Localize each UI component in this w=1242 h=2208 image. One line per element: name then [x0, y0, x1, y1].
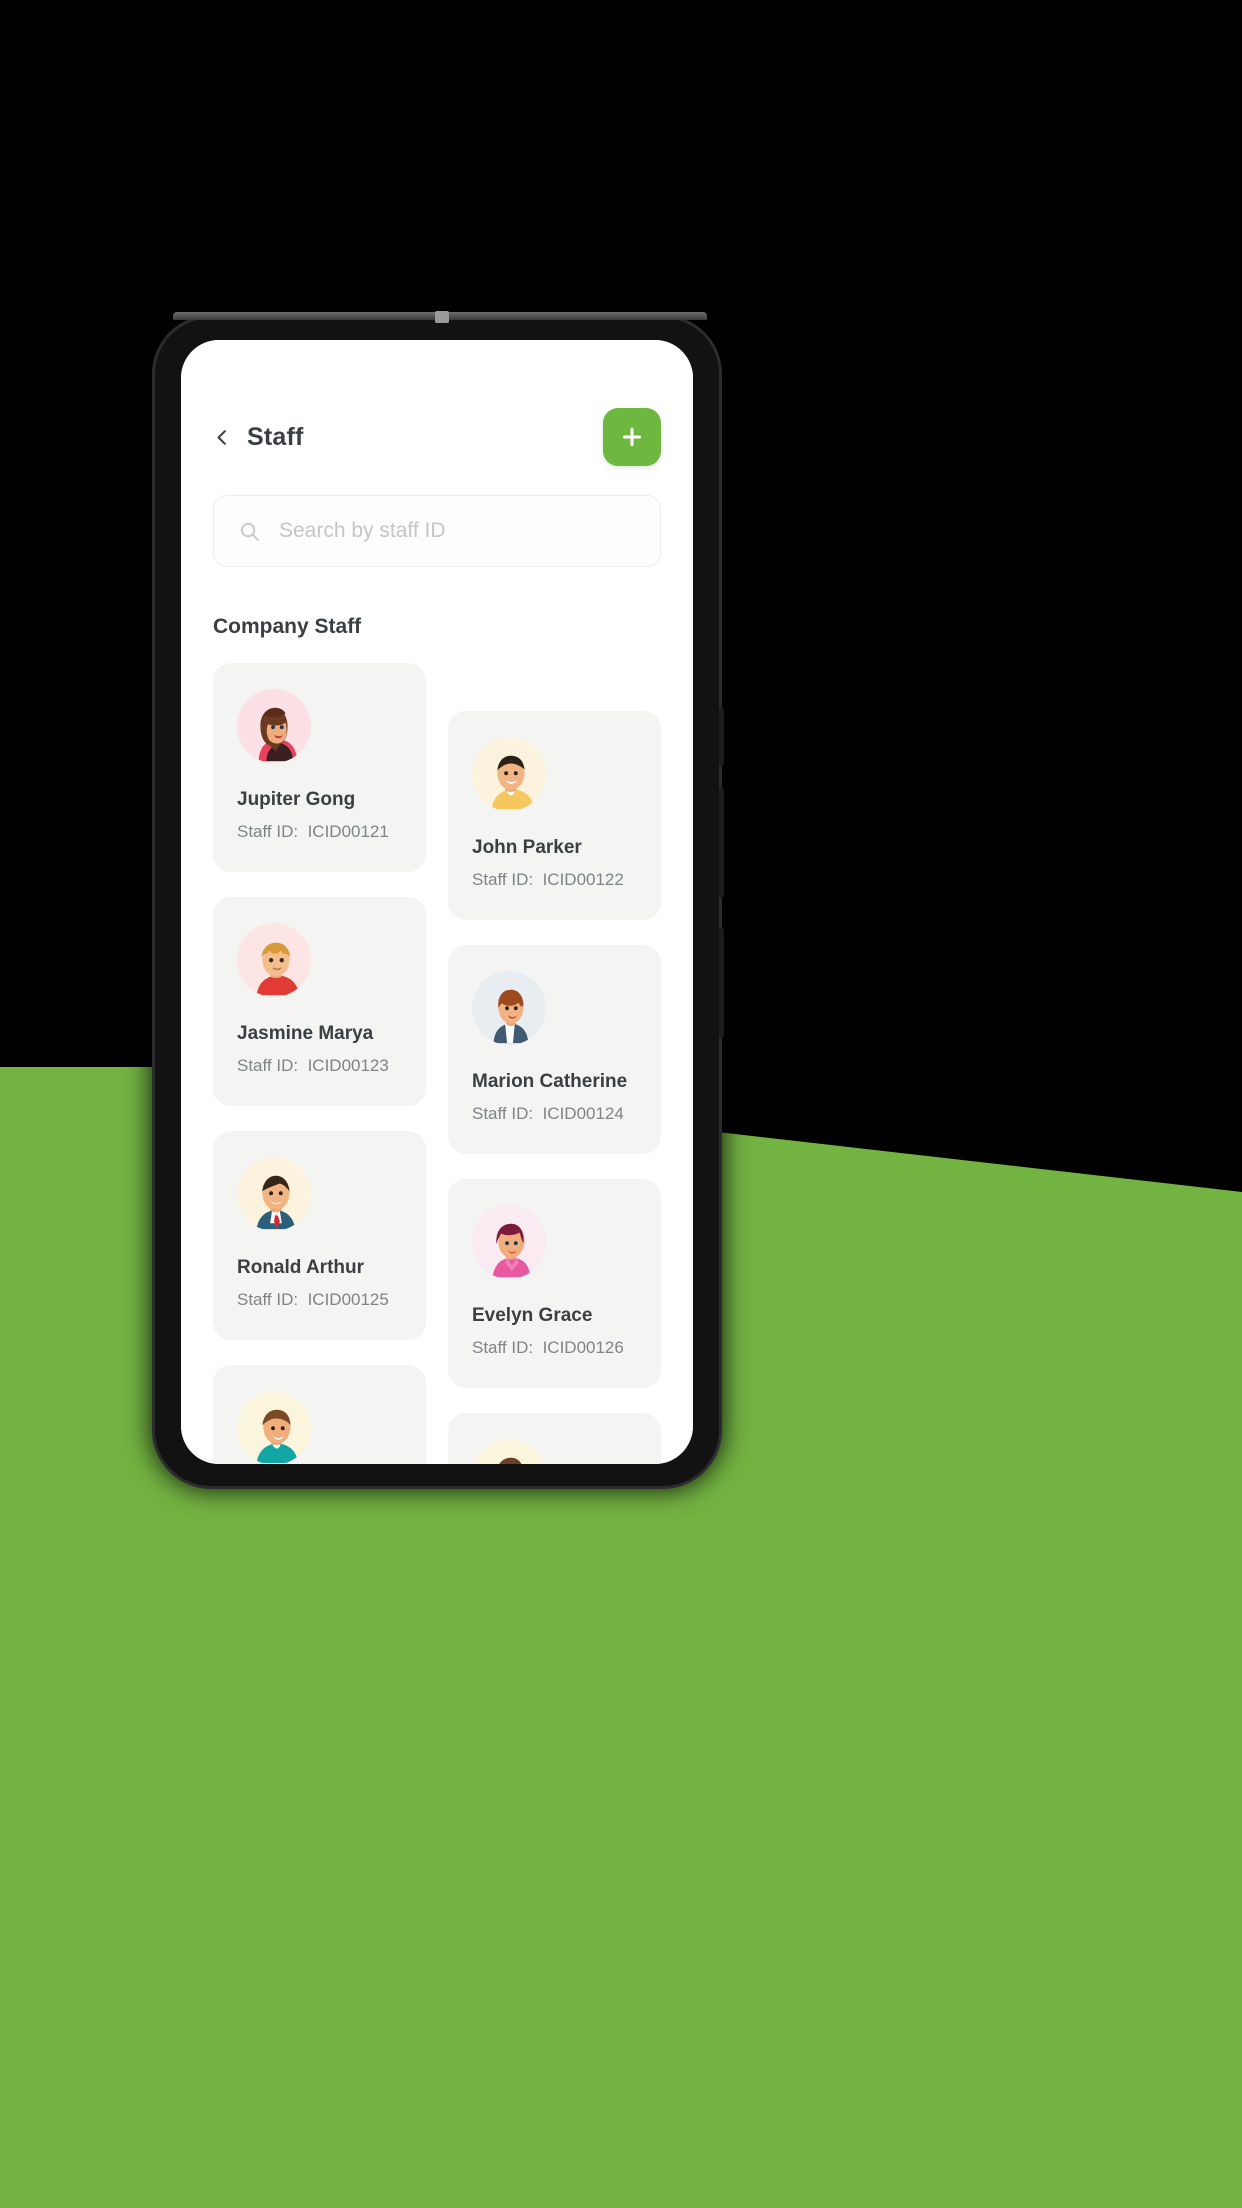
- staff-id-label: Staff ID:: [237, 1290, 303, 1309]
- staff-card[interactable]: Jupiter Gong Staff ID: ICID00121: [213, 663, 426, 872]
- add-staff-button[interactable]: [603, 408, 661, 466]
- staff-app: Staff Company Staff: [181, 340, 693, 1464]
- avatar-woman-blazer: [472, 971, 546, 1045]
- avatar-man-blonde-red-shirt: [237, 923, 311, 997]
- staff-card[interactable]: Marion Catherine Staff ID: ICID00124: [448, 945, 661, 1154]
- staff-grid: Jupiter Gong Staff ID: ICID00121 Jasmine…: [213, 663, 661, 1464]
- staff-id-value: ICID00126: [542, 1338, 624, 1357]
- staff-id-value: ICID00121: [307, 822, 389, 841]
- staff-id: Staff ID: ICID00122: [472, 870, 637, 890]
- staff-name: Evelyn Grace: [472, 1305, 593, 1326]
- staff-name: John Parker: [472, 837, 582, 858]
- staff-id-value: ICID00122: [542, 870, 624, 889]
- staff-card[interactable]: Evelyn Grace Staff ID: ICID00126: [448, 1179, 661, 1388]
- staff-id: Staff ID: ICID00124: [472, 1104, 637, 1124]
- staff-name: Ronald Arthur: [237, 1257, 365, 1278]
- avatar-man-suit-tie: [237, 1157, 311, 1231]
- staff-name: Jupiter Gong: [237, 789, 356, 810]
- staff-id: Staff ID: ICID00126: [472, 1338, 637, 1358]
- staff-id-label: Staff ID:: [472, 1338, 538, 1357]
- staff-card[interactable]: Jasmine Marya Staff ID: ICID00123: [213, 897, 426, 1106]
- search-icon: [240, 522, 260, 541]
- device-button-top[interactable]: [719, 708, 724, 766]
- staff-card[interactable]: John Parker Staff ID: ICID00122: [448, 711, 661, 920]
- app-bar: Staff: [213, 404, 661, 470]
- staff-id-label: Staff ID:: [237, 1056, 303, 1075]
- avatar-woman-dark-hair: [472, 1439, 546, 1464]
- avatar-man-teal-shirt: [237, 1391, 311, 1464]
- staff-id-value: ICID00123: [307, 1056, 389, 1075]
- section-title: Company Staff: [213, 615, 362, 638]
- staff-column-right: John Parker Staff ID: ICID00122 Marion C…: [448, 663, 661, 1464]
- staff-id-value: ICID00124: [542, 1104, 624, 1123]
- staff-card[interactable]: [213, 1365, 426, 1464]
- search-input[interactable]: [279, 519, 636, 543]
- staff-id-label: Staff ID:: [472, 870, 538, 889]
- staff-id-value: ICID00125: [307, 1290, 389, 1309]
- phone-screen: Staff Company Staff: [181, 340, 693, 1464]
- staff-id: Staff ID: ICID00125: [237, 1290, 402, 1310]
- staff-id: Staff ID: ICID00123: [237, 1056, 402, 1076]
- green-panel-right: [700, 1130, 1242, 2208]
- staff-name: Jasmine Marya: [237, 1023, 374, 1044]
- staff-card[interactable]: [448, 1413, 661, 1464]
- phone-device-frame: Staff Company Staff: [155, 311, 724, 1486]
- avatar-woman-brown-bob: [237, 689, 311, 763]
- avatar-man-yellow-shirt: [472, 737, 546, 811]
- staff-id-label: Staff ID:: [237, 822, 303, 841]
- device-button-bottom[interactable]: [719, 928, 724, 1038]
- staff-name: Marion Catherine: [472, 1071, 628, 1092]
- device-button-middle[interactable]: [719, 788, 724, 898]
- staff-id: Staff ID: ICID00121: [237, 822, 402, 842]
- back-button[interactable]: [213, 417, 247, 457]
- staff-card[interactable]: Ronald Arthur Staff ID: ICID00125: [213, 1131, 426, 1340]
- staff-id-label: Staff ID:: [472, 1104, 538, 1123]
- chevron-left-icon: [217, 429, 226, 445]
- search-bar[interactable]: [213, 495, 661, 567]
- staff-column-left: Jupiter Gong Staff ID: ICID00121 Jasmine…: [213, 663, 426, 1464]
- plus-icon: [622, 427, 642, 447]
- page-title: Staff: [247, 422, 304, 451]
- avatar-woman-pink-top: [472, 1205, 546, 1279]
